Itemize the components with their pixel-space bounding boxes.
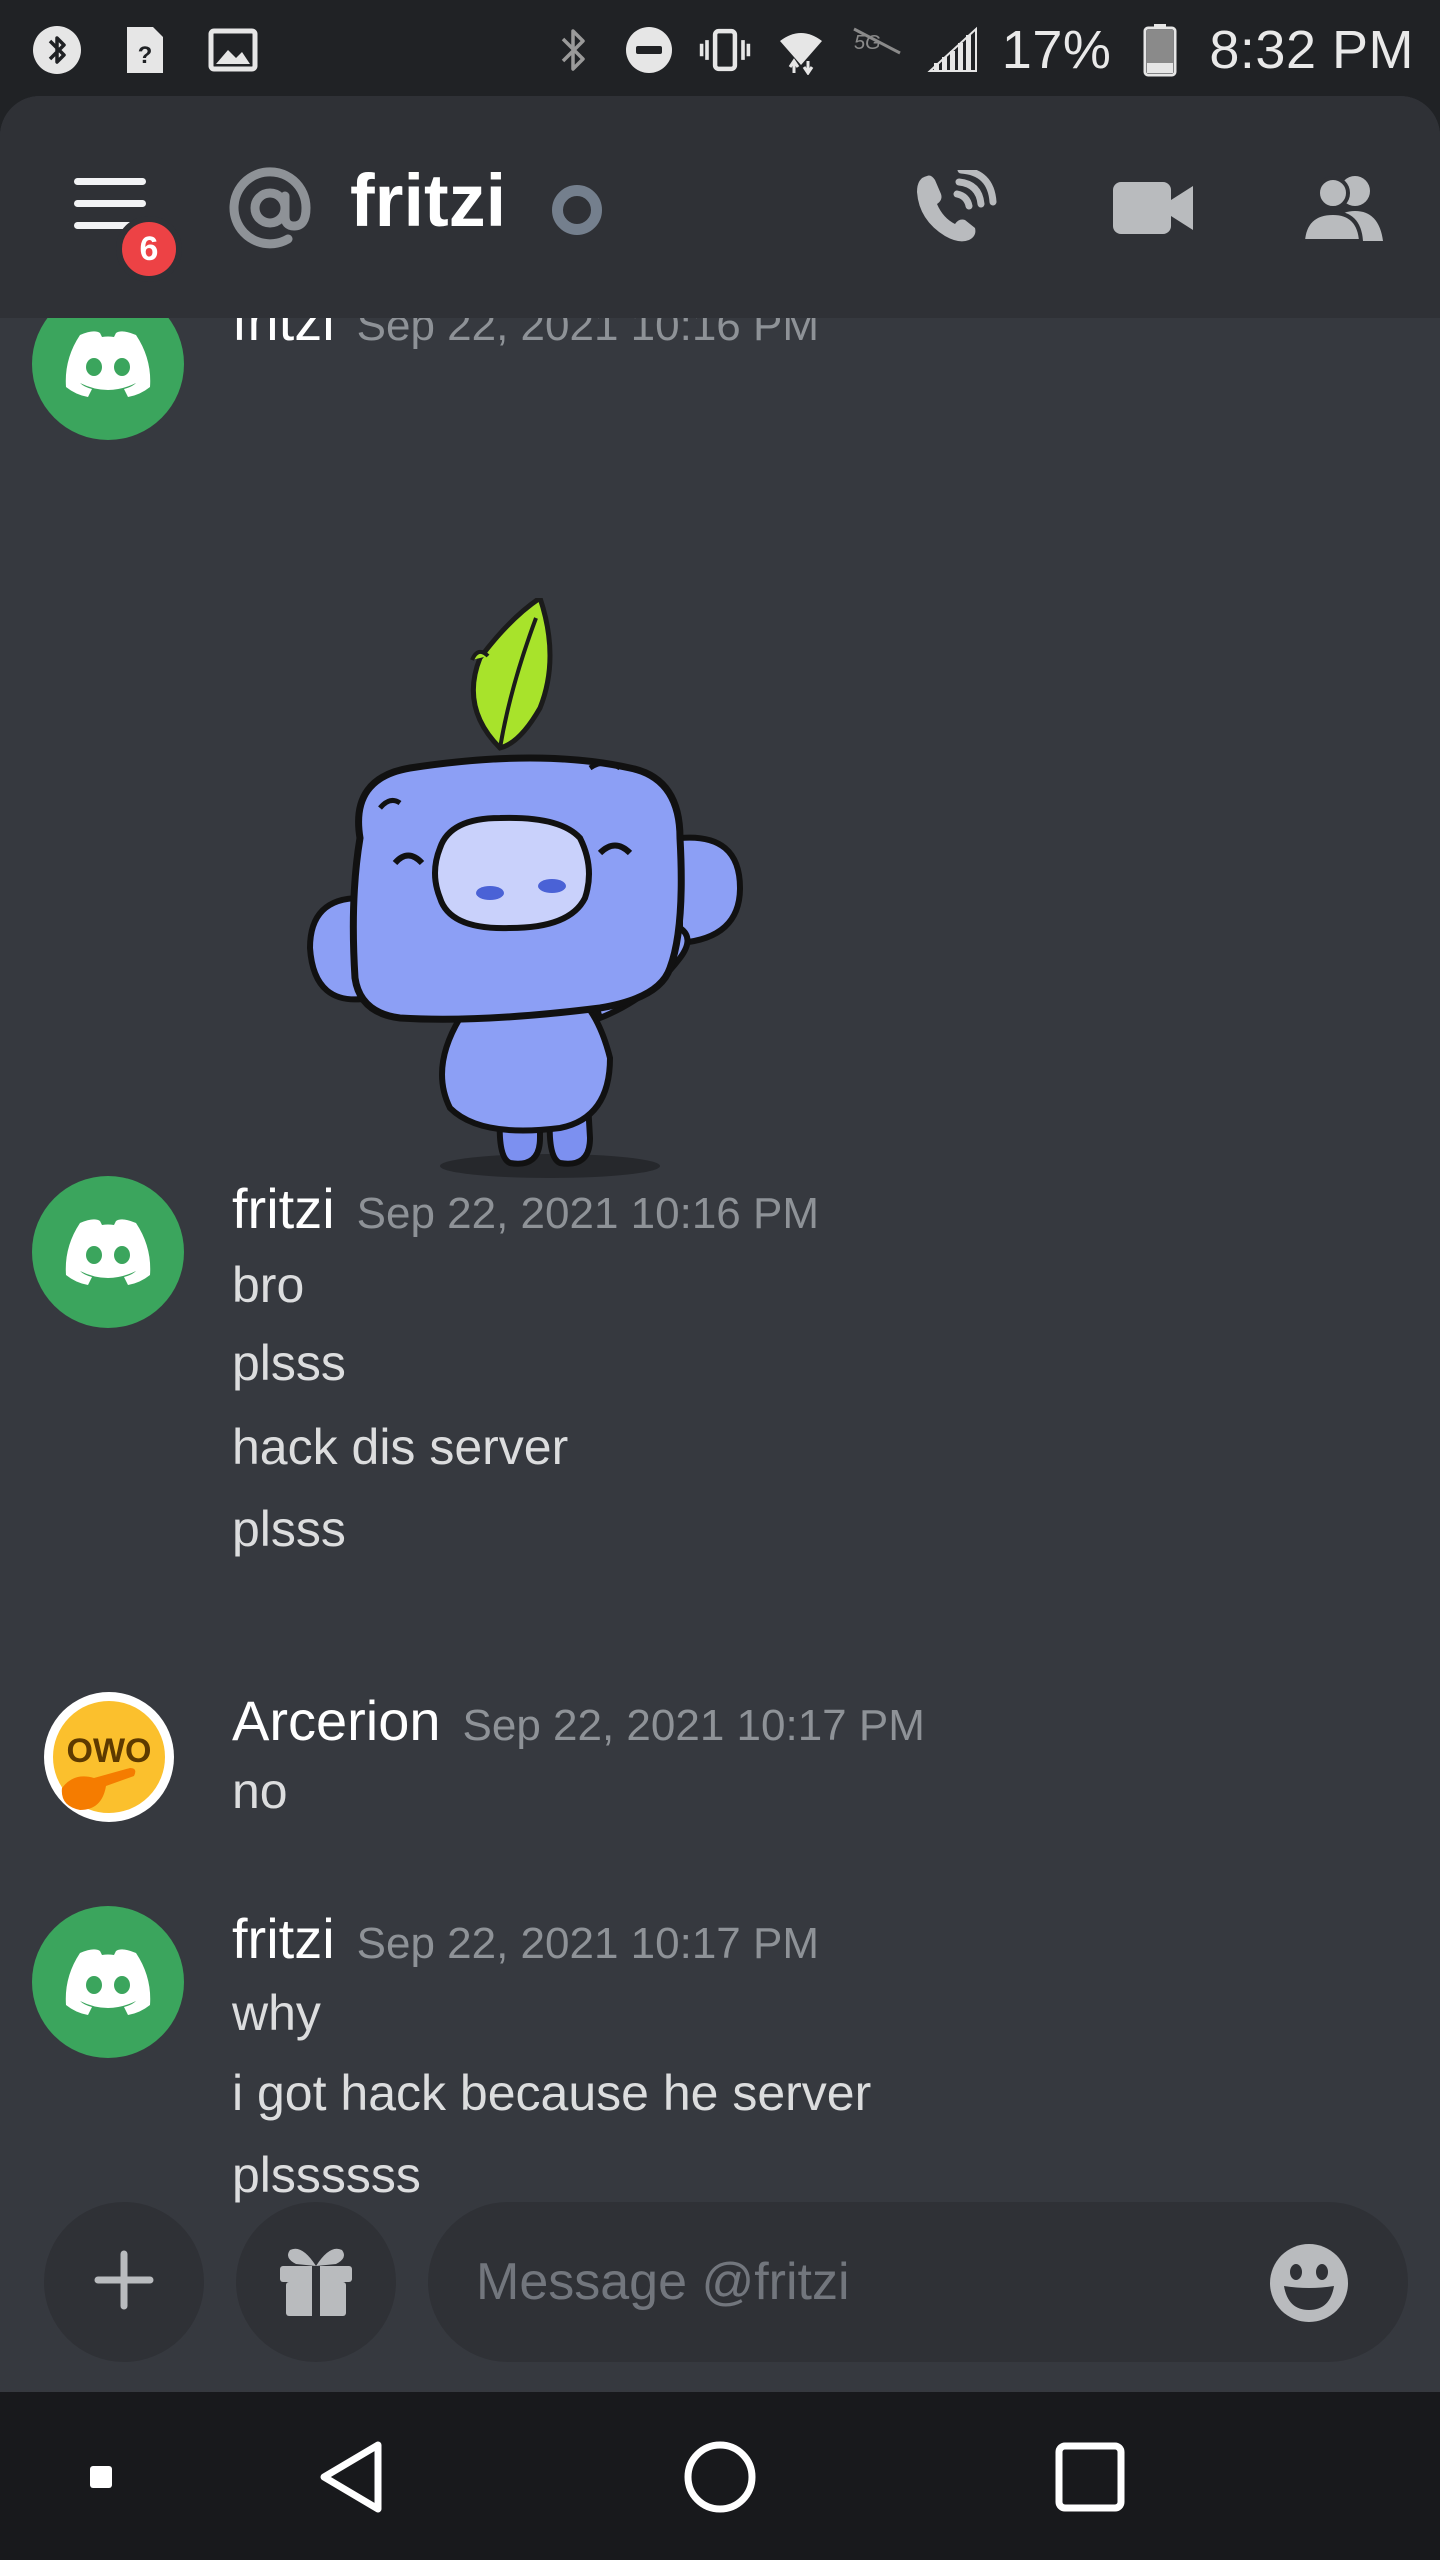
status-right-icons: 5G 17% 8:32 PM [546, 19, 1414, 81]
author-name[interactable]: fritzi [232, 1177, 335, 1240]
vibrate-icon [698, 23, 752, 77]
at-icon [228, 166, 312, 250]
message-text[interactable]: plssssss [232, 2146, 421, 2204]
message-author[interactable]: fritzi Sep 22, 2021 10:17 PM [232, 1906, 819, 1971]
gift-icon [276, 2242, 356, 2323]
message-timestamp: Sep 22, 2021 10:17 PM [356, 1919, 819, 1968]
owo-text: OWO [67, 1732, 152, 1770]
author-name[interactable]: fritzi [232, 318, 335, 352]
members-icon[interactable] [1298, 168, 1388, 248]
author-name[interactable]: fritzi [232, 1907, 335, 1970]
wifi-icon [774, 23, 828, 77]
plus-icon [94, 2250, 154, 2315]
unknown-app-icon: ? [118, 23, 172, 77]
message-text[interactable]: no [232, 1762, 288, 1820]
message-list[interactable]: fritzi Sep 22, 2021 10:16 PM fritzi Sep … [0, 318, 1440, 2238]
message-text[interactable]: hack dis server [232, 1418, 568, 1476]
message-timestamp: Sep 22, 2021 10:17 PM [462, 1701, 925, 1750]
voice-call-icon[interactable] [910, 168, 1000, 248]
message-timestamp: Sep 22, 2021 10:16 PM [356, 1189, 819, 1238]
battery-icon [1133, 23, 1187, 77]
avatar[interactable] [32, 1906, 184, 2058]
overview-icon[interactable] [1045, 2432, 1135, 2522]
avatar[interactable] [32, 318, 184, 440]
channel-header: 6 fritzi [0, 96, 1440, 318]
author-name[interactable]: Arcerion [232, 1689, 441, 1752]
5g-icon: 5G [850, 23, 904, 77]
video-call-icon[interactable] [1108, 168, 1198, 248]
add-attachment-button[interactable] [44, 2202, 204, 2362]
recents-dot-icon[interactable] [56, 2432, 146, 2522]
avatar[interactable] [32, 1176, 184, 1328]
status-bar: ? 5G 17% 8:32 PM [0, 0, 1440, 100]
message-timestamp: Sep 22, 2021 10:16 PM [356, 318, 819, 350]
bluetooth-icon [30, 23, 84, 77]
message-text[interactable]: plsss [232, 1500, 346, 1558]
clock: 8:32 PM [1209, 20, 1414, 80]
avatar[interactable]: OWO [44, 1692, 174, 1822]
message-text[interactable]: bro [232, 1256, 304, 1314]
channel-title: fritzi [350, 159, 507, 242]
message-author[interactable]: Arcerion Sep 22, 2021 10:17 PM [232, 1688, 925, 1753]
home-icon[interactable] [675, 2432, 765, 2522]
message-text[interactable]: why [232, 1984, 321, 2042]
signal-icon [926, 23, 980, 77]
message-text[interactable]: i got hack because he server [232, 2064, 871, 2122]
wumpus-sticker[interactable] [300, 594, 760, 1198]
offline-status-icon [552, 185, 602, 235]
gallery-icon [206, 23, 260, 77]
back-icon[interactable] [306, 2432, 396, 2522]
dm-screen: 6 fritzi fritzi Sep 22, 2021 10:16 PM fr… [0, 96, 1440, 2392]
battery-percent: 17% [1001, 20, 1112, 80]
message-input-placeholder: Message @fritzi [476, 2253, 850, 2311]
emoji-icon[interactable] [1268, 2242, 1350, 2324]
message-author[interactable]: fritzi Sep 22, 2021 10:16 PM [232, 1176, 819, 1241]
message-text[interactable]: plsss [232, 1334, 346, 1392]
svg-text:?: ? [138, 42, 153, 69]
message-input[interactable]: Message @fritzi [428, 2202, 1408, 2362]
notification-badge: 6 [116, 216, 182, 282]
do-not-disturb-icon [622, 23, 676, 77]
bluetooth-icon [546, 23, 600, 77]
system-nav-bar [0, 2392, 1440, 2560]
message-author[interactable]: fritzi Sep 22, 2021 10:16 PM [232, 318, 819, 353]
status-left-icons: ? [30, 23, 260, 77]
gift-nitro-button[interactable] [236, 2202, 396, 2362]
